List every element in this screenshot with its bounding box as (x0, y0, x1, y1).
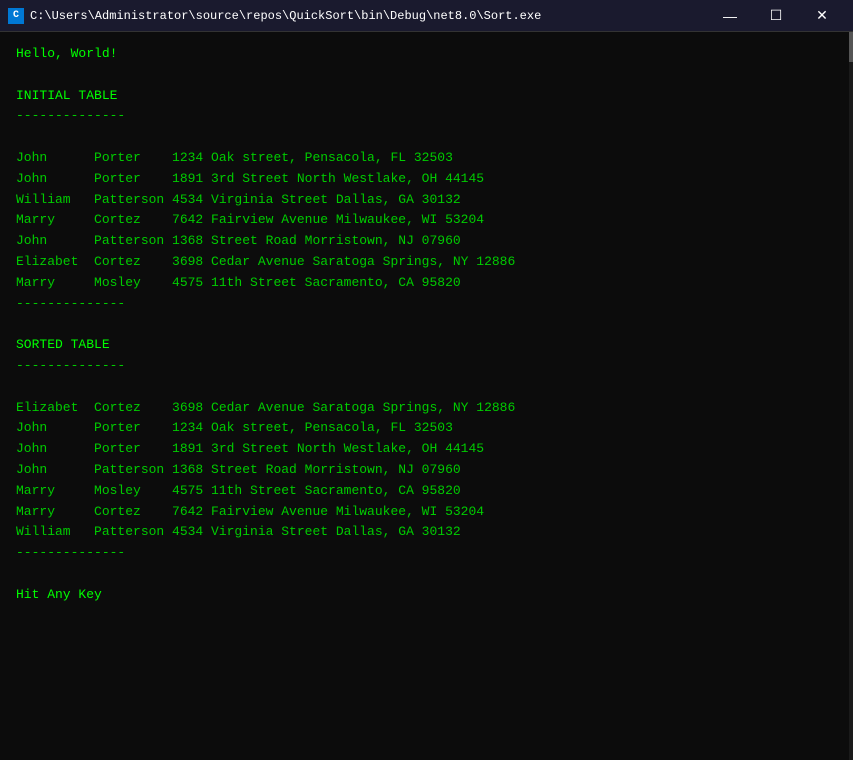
hello-line: Hello, World! (16, 44, 837, 65)
empty-line-5 (16, 564, 837, 585)
maximize-button[interactable]: ☐ (753, 0, 799, 32)
scrollbar[interactable] (849, 32, 853, 760)
scrollbar-thumb[interactable] (849, 32, 853, 62)
sorted-row-2: John Porter 1891 3rd Street North Westla… (16, 439, 837, 460)
sorted-row-6: William Patterson 4534 Virginia Street D… (16, 522, 837, 543)
minimize-button[interactable]: — (707, 0, 753, 32)
empty-line-4 (16, 377, 837, 398)
sorted-row-1: John Porter 1234 Oak street, Pensacola, … (16, 418, 837, 439)
title-bar: C C:\Users\Administrator\source\repos\Qu… (0, 0, 853, 32)
sorted-row-4: Marry Mosley 4575 11th Street Sacramento… (16, 481, 837, 502)
sorted-row-0: Elizabet Cortez 3698 Cedar Avenue Sarato… (16, 398, 837, 419)
title-bar-left: C C:\Users\Administrator\source\repos\Qu… (8, 8, 541, 24)
separator-4: -------------- (16, 543, 837, 564)
hit-any-key: Hit Any Key (16, 585, 837, 606)
separator-1: -------------- (16, 106, 837, 127)
console-area: Hello, World! INITIAL TABLE ------------… (0, 32, 853, 760)
initial-row-1: John Porter 1891 3rd Street North Westla… (16, 169, 837, 190)
separator-2: -------------- (16, 294, 837, 315)
sorted-row-3: John Patterson 1368 Street Road Morristo… (16, 460, 837, 481)
initial-row-0: John Porter 1234 Oak street, Pensacola, … (16, 148, 837, 169)
app-icon: C (8, 8, 24, 24)
initial-row-3: Marry Cortez 7642 Fairview Avenue Milwau… (16, 210, 837, 231)
close-button[interactable]: ✕ (799, 0, 845, 32)
empty-line-3 (16, 314, 837, 335)
initial-row-4: John Patterson 1368 Street Road Morristo… (16, 231, 837, 252)
initial-row-2: William Patterson 4534 Virginia Street D… (16, 190, 837, 211)
separator-3: -------------- (16, 356, 837, 377)
empty-line-2 (16, 127, 837, 148)
initial-row-5: Elizabet Cortez 3698 Cedar Avenue Sarato… (16, 252, 837, 273)
window-title: C:\Users\Administrator\source\repos\Quic… (30, 9, 541, 23)
sorted-table-label: SORTED TABLE (16, 335, 837, 356)
initial-table-label: INITIAL TABLE (16, 86, 837, 107)
initial-row-6: Marry Mosley 4575 11th Street Sacramento… (16, 273, 837, 294)
sorted-row-5: Marry Cortez 7642 Fairview Avenue Milwau… (16, 502, 837, 523)
title-bar-controls: — ☐ ✕ (707, 0, 845, 32)
empty-line-1 (16, 65, 837, 86)
